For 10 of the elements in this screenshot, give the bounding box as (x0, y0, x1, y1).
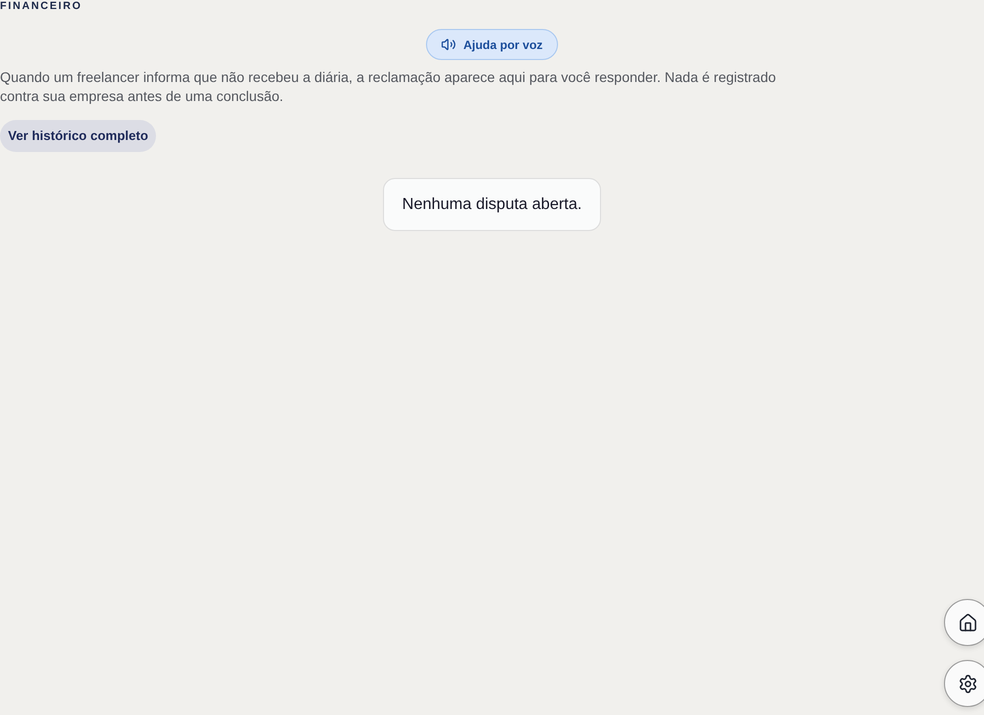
section-label: FINANCEIRO (0, 0, 82, 13)
settings-icon (958, 674, 978, 694)
description-text: Quando um freelancer informa que não recebeu a diária, a reclamação aparece aqui para você responder. Nada é registrado contra sua empresa antes de uma conclusão. (0, 68, 777, 106)
settings-button[interactable] (944, 660, 984, 707)
home-icon (958, 612, 978, 632)
home-button[interactable] (944, 599, 984, 646)
empty-state-card: Nenhuma disputa aberta. (383, 178, 601, 231)
history-button[interactable]: Ver histórico completo (0, 120, 156, 152)
voice-help-button[interactable]: Ajuda por voz (426, 29, 558, 60)
speaker-icon (441, 37, 456, 52)
